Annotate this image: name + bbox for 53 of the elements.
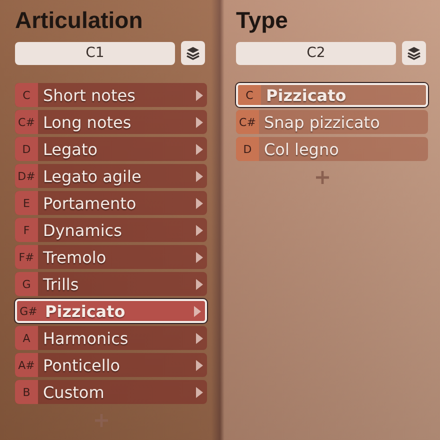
articulation-row[interactable]: C# Snap pizzicato bbox=[236, 110, 428, 134]
row-label: Snap pizzicato bbox=[263, 112, 381, 132]
row-label: Legato agile bbox=[42, 166, 142, 186]
articulation-row[interactable]: A# Ponticello bbox=[15, 353, 207, 377]
layers-icon bbox=[186, 46, 200, 60]
key-field[interactable]: C2 bbox=[236, 42, 396, 64]
articulation-row[interactable]: E Portamento bbox=[15, 191, 207, 215]
row-label: Portamento bbox=[42, 194, 138, 212]
note-key: D# bbox=[15, 164, 38, 188]
row-label: Short notes bbox=[42, 86, 136, 104]
articulation-row[interactable]: G# Pizzicato bbox=[15, 299, 207, 323]
row-label: Ponticello bbox=[42, 356, 122, 374]
articulation-row[interactable]: B Custom bbox=[15, 380, 207, 404]
layers-button[interactable] bbox=[402, 41, 426, 65]
note-key: C# bbox=[236, 110, 259, 134]
note-key: F bbox=[15, 218, 38, 242]
row-label: Pizzicato bbox=[44, 302, 126, 320]
note-key: B bbox=[15, 380, 38, 404]
note-key: D bbox=[15, 137, 38, 161]
articulation-row[interactable]: C Short notes bbox=[15, 83, 207, 107]
row-label: Dynamics bbox=[42, 220, 123, 240]
layers-icon bbox=[407, 46, 421, 60]
articulation-row[interactable]: D Legato bbox=[15, 137, 207, 161]
articulation-row[interactable]: C Pizzicato bbox=[236, 83, 428, 107]
note-key: C# bbox=[15, 110, 38, 134]
note-key: C bbox=[238, 85, 261, 105]
column-title: Articulation bbox=[15, 6, 144, 34]
articulation-row[interactable]: F Dynamics bbox=[15, 218, 207, 242]
layers-button[interactable] bbox=[181, 41, 205, 65]
note-key: A bbox=[15, 326, 38, 350]
row-label: Trills bbox=[42, 274, 80, 294]
row-label: Long notes bbox=[42, 112, 132, 132]
note-key: A# bbox=[15, 353, 38, 377]
row-label: Pizzicato bbox=[265, 86, 348, 104]
row-label: Col legno bbox=[263, 140, 340, 158]
articulation-row[interactable]: A Harmonics bbox=[15, 326, 207, 350]
articulation-row[interactable]: D# Legato agile bbox=[15, 164, 207, 188]
note-key: E bbox=[15, 191, 38, 215]
plus-icon bbox=[316, 171, 328, 184]
articulation-row[interactable]: G Trills bbox=[15, 272, 207, 296]
note-key: C bbox=[15, 83, 38, 107]
articulation-row[interactable]: F# Tremolo bbox=[15, 245, 207, 269]
articulation-row[interactable]: C# Long notes bbox=[15, 110, 207, 134]
column-title: Type bbox=[236, 6, 289, 34]
row-label: Tremolo bbox=[42, 248, 108, 266]
note-key: F# bbox=[15, 245, 38, 269]
row-label: Harmonics bbox=[42, 328, 130, 348]
row-label: Legato bbox=[42, 140, 98, 158]
key-field[interactable]: C1 bbox=[15, 42, 175, 64]
articulation-row[interactable]: D Col legno bbox=[236, 137, 428, 161]
row-label: Custom bbox=[42, 382, 106, 402]
note-key: G bbox=[15, 272, 38, 296]
note-key: D bbox=[236, 137, 259, 161]
